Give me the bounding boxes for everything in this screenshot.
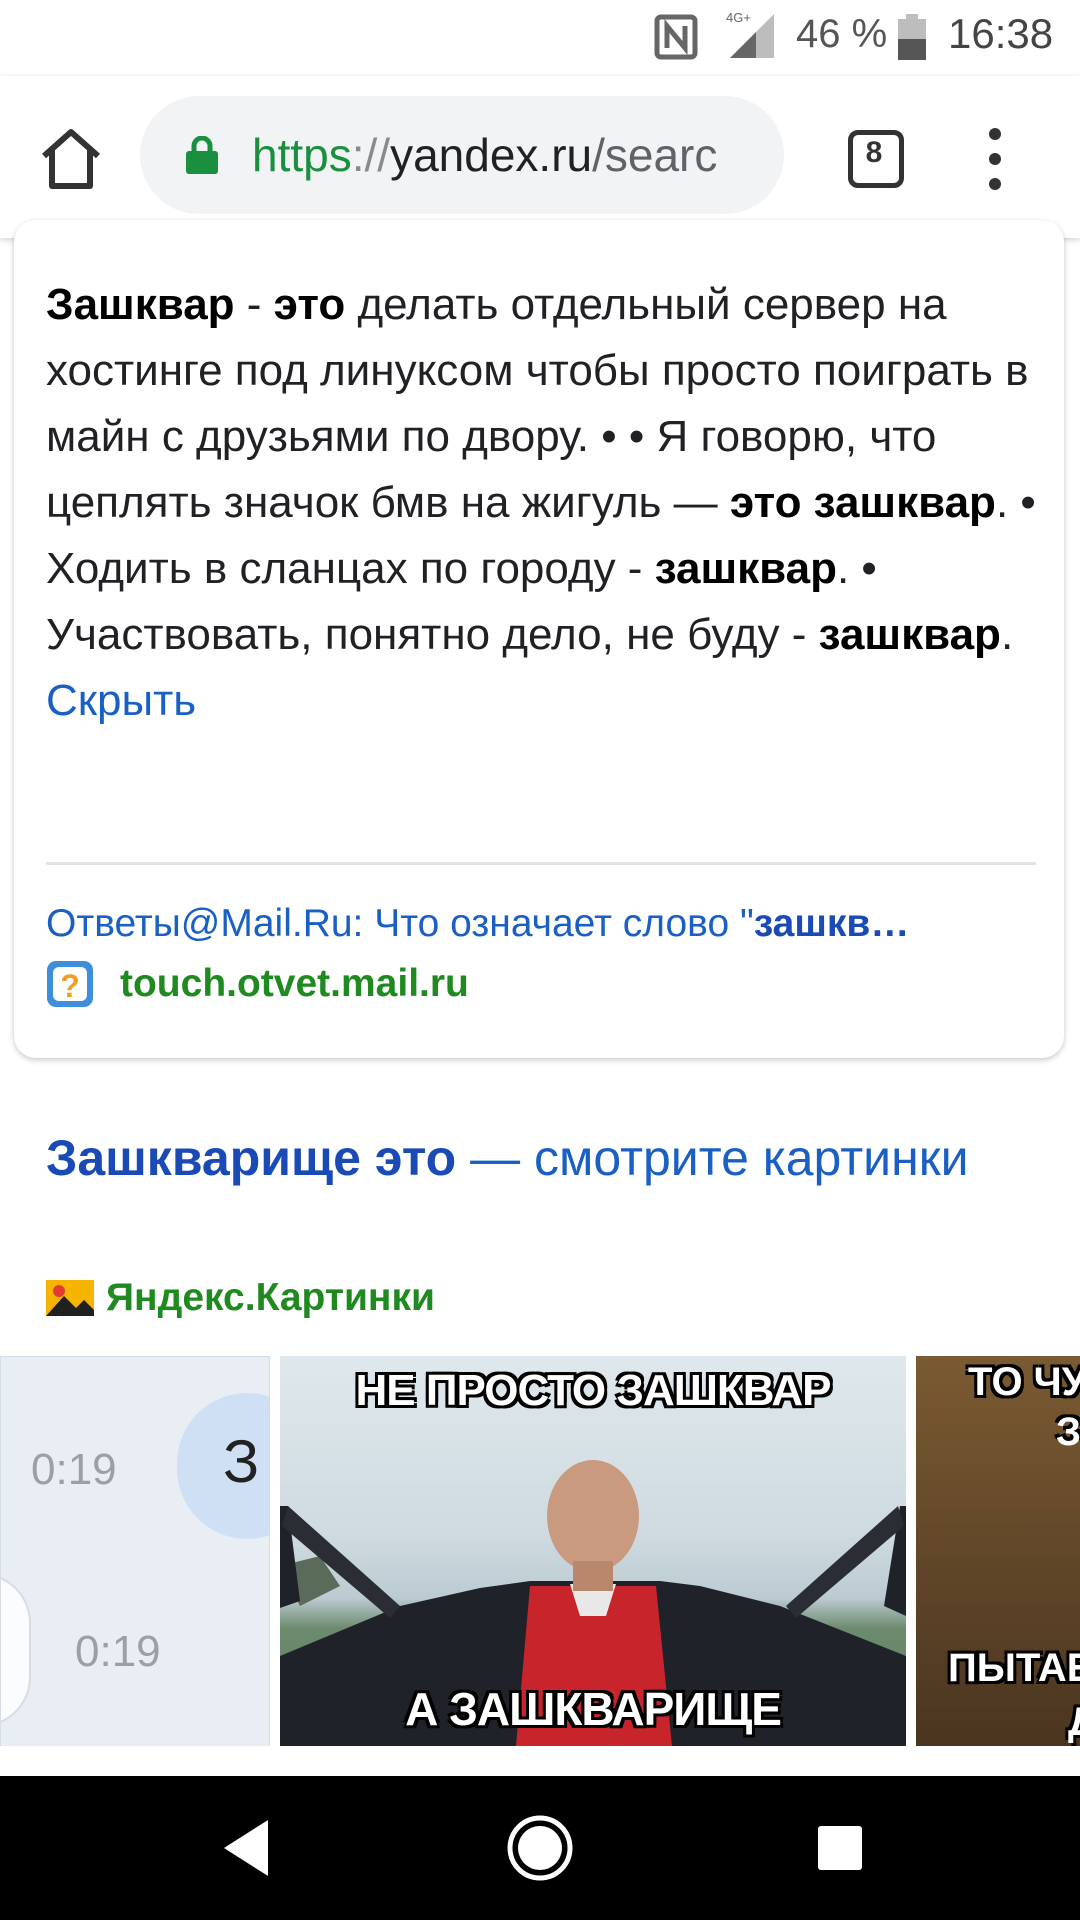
tab-count: 8	[865, 136, 883, 169]
image-thumbnails-row: З 0:19 0:19 НЕ ПРОСТО ЗАШКВАР А ЗАШКВАРИ…	[0, 1356, 1080, 1746]
url-separator: ://	[351, 129, 391, 181]
url-scheme: https	[252, 129, 352, 181]
answer-bold: зашквар	[818, 610, 1001, 659]
hide-link[interactable]: Скрыть	[46, 676, 196, 725]
source-title-bold: зашкв…	[753, 902, 910, 945]
meme-bottom-caption-2: Д	[1068, 1700, 1080, 1745]
source-title-text: Ответы@Mail.Ru: Что означает слово "	[46, 902, 754, 945]
meme-bottom-caption: ПЫТАЕТ	[948, 1646, 1080, 1690]
answer-text: Зашквар - это делать отдельный сервер на…	[46, 272, 1046, 734]
card-divider	[46, 862, 1036, 865]
answer-bold: это зашквар	[729, 478, 996, 527]
source-title-link[interactable]: Ответы@Mail.Ru: Что означает слово "зашк…	[46, 902, 1038, 946]
clock: 16:38	[948, 10, 1054, 57]
image-thumbnail[interactable]: ТО ЧУВ З ПЫТАЕТ Д	[916, 1356, 1080, 1746]
system-navigation-bar	[0, 1776, 1080, 1920]
meme-mid-caption: З	[1056, 1410, 1080, 1454]
url-text[interactable]: https://yandex.ru/searc	[252, 128, 717, 182]
browser-toolbar: https://yandex.ru/searc 8	[0, 76, 1080, 238]
chat-time: 0:19	[75, 1627, 161, 1676]
overflow-menu-icon[interactable]	[975, 126, 1015, 192]
url-path: /searc	[592, 129, 718, 181]
home-circle-icon[interactable]	[504, 1812, 576, 1884]
answer-text-part: .	[1000, 610, 1014, 659]
meme-bottom-caption: А ЗАШКВАРИЩЕ	[405, 1683, 782, 1735]
signal-icon: 4G+	[726, 10, 774, 58]
answer-bold: зашквар	[654, 544, 837, 593]
images-title-rest: — смотрите картинки	[456, 1130, 969, 1186]
svg-text:?: ?	[60, 968, 80, 1004]
answer-bold: Зашквар	[46, 280, 235, 329]
chat-bubble-text: З	[223, 1428, 260, 1495]
tab-switcher-button[interactable]: 8	[846, 128, 904, 188]
chat-avatar	[1, 1573, 31, 1727]
images-title-bold: Зашкварище это	[46, 1130, 457, 1186]
battery-percent: 46 %	[796, 12, 888, 56]
images-result-title[interactable]: Зашкварище это — смотрите картинки	[46, 1122, 1006, 1194]
image-thumbnail[interactable]: НЕ ПРОСТО ЗАШКВАР А ЗАШКВАРИЩЕ	[280, 1356, 906, 1746]
images-source-name[interactable]: Яндекс.Картинки	[106, 1276, 435, 1320]
status-bar: 4G+ 46 % 16:38	[0, 0, 1080, 76]
chat-time: 0:19	[31, 1445, 117, 1494]
battery-icon	[898, 14, 926, 60]
lock-icon	[186, 136, 218, 174]
source-domain[interactable]: touch.otvet.mail.ru	[120, 962, 469, 1006]
answer-bold: это	[273, 280, 346, 329]
home-icon[interactable]	[38, 126, 104, 192]
yandex-images-icon	[46, 1280, 94, 1316]
url-host: yandex.ru	[390, 129, 593, 181]
image-thumbnail[interactable]: З 0:19 0:19	[0, 1356, 270, 1746]
recents-icon[interactable]	[804, 1812, 876, 1884]
meme-top-caption: ТО ЧУВ	[968, 1360, 1080, 1404]
answer-text-part: -	[234, 280, 274, 329]
question-mark-icon: ?	[47, 961, 93, 1007]
meme-top-caption: НЕ ПРОСТО ЗАШКВАР	[355, 1366, 832, 1415]
back-icon[interactable]	[214, 1812, 286, 1884]
address-bar[interactable]: https://yandex.ru/searc	[140, 96, 784, 214]
answer-card: Зашквар - это делать отдельный сервер на…	[14, 220, 1064, 1058]
svg-text:4G+: 4G+	[726, 10, 751, 25]
nfc-icon	[654, 14, 698, 60]
